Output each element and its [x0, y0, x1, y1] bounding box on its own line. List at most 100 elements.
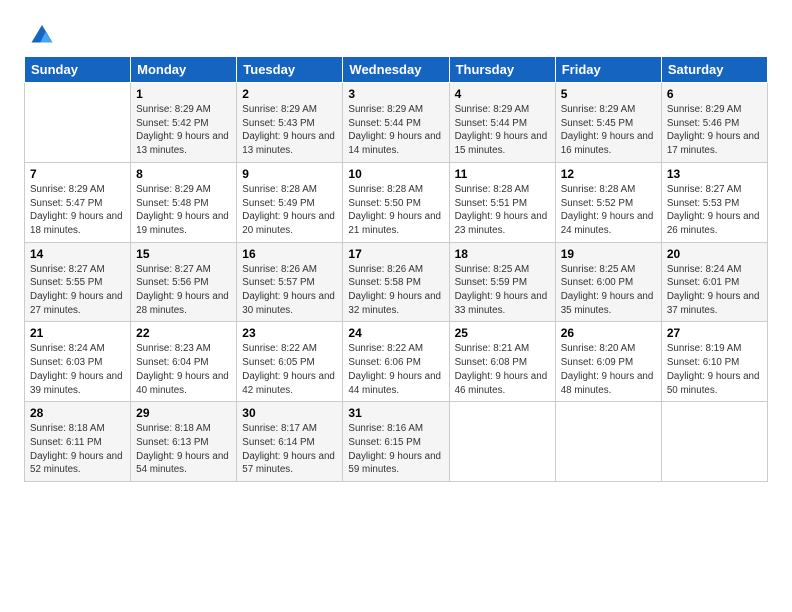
day-info: Sunrise: 8:28 AMSunset: 5:52 PMDaylight:…	[561, 183, 656, 238]
calendar-cell: 3 Sunrise: 8:29 AMSunset: 5:44 PMDaylight…	[343, 83, 449, 163]
day-number: 25	[455, 326, 550, 340]
calendar-cell	[25, 83, 131, 163]
calendar-cell	[661, 402, 767, 482]
day-number: 31	[348, 406, 443, 420]
calendar-cell: 23 Sunrise: 8:22 AMSunset: 6:05 PMDayligh…	[237, 322, 343, 402]
day-info: Sunrise: 8:26 AMSunset: 5:57 PMDaylight:…	[242, 263, 337, 318]
calendar-cell: 7Sunrise: 8:29 AMSunset: 5:47 PMDaylight…	[25, 162, 131, 242]
day-info: Sunrise: 8:25 AMSunset: 5:59 PMDaylight:…	[455, 263, 550, 318]
day-info: Sunrise: 8:16 AMSunset: 6:15 PMDaylight:…	[348, 422, 443, 477]
calendar-cell: 14 Sunrise: 8:27 AMSunset: 5:55 PMDayligh…	[25, 242, 131, 322]
day-number: 29	[136, 406, 231, 420]
day-number: 5	[561, 87, 656, 101]
day-number: 15	[136, 247, 231, 261]
weekday-header-wednesday: Wednesday	[343, 57, 449, 83]
day-info: Sunrise: 8:24 AMSunset: 6:01 PMDaylight:…	[667, 263, 762, 318]
day-info: Sunrise: 8:21 AMSunset: 6:08 PMDaylight:…	[455, 342, 550, 397]
day-number: 18	[455, 247, 550, 261]
day-number: 10	[348, 167, 443, 181]
day-info: Sunrise: 8:22 AMSunset: 6:06 PMDaylight:…	[348, 342, 443, 397]
calendar-cell: 29 Sunrise: 8:18 AMSunset: 6:13 PMDayligh…	[131, 402, 237, 482]
day-info: Sunrise: 8:29 AMSunset: 5:45 PMDaylight:…	[561, 103, 656, 158]
day-number: 24	[348, 326, 443, 340]
day-number: 14	[30, 247, 125, 261]
calendar-cell: 27 Sunrise: 8:19 AMSunset: 6:10 PMDayligh…	[661, 322, 767, 402]
logo	[24, 18, 56, 46]
calendar-cell: 10 Sunrise: 8:28 AMSunset: 5:50 PMDayligh…	[343, 162, 449, 242]
calendar-cell: 18 Sunrise: 8:25 AMSunset: 5:59 PMDayligh…	[449, 242, 555, 322]
calendar-cell: 16 Sunrise: 8:26 AMSunset: 5:57 PMDayligh…	[237, 242, 343, 322]
calendar-cell: 13 Sunrise: 8:27 AMSunset: 5:53 PMDayligh…	[661, 162, 767, 242]
calendar-cell: 30Sunrise: 8:17 AMSunset: 6:14 PMDayligh…	[237, 402, 343, 482]
day-number: 4	[455, 87, 550, 101]
calendar-week-row: 14 Sunrise: 8:27 AMSunset: 5:55 PMDayligh…	[25, 242, 768, 322]
day-info: Sunrise: 8:29 AMSunset: 5:44 PMDaylight:…	[348, 103, 443, 158]
calendar-cell: 25 Sunrise: 8:21 AMSunset: 6:08 PMDayligh…	[449, 322, 555, 402]
calendar-week-row: 7Sunrise: 8:29 AMSunset: 5:47 PMDaylight…	[25, 162, 768, 242]
day-number: 3	[348, 87, 443, 101]
calendar-week-row: 28 Sunrise: 8:18 AMSunset: 6:11 PMDayligh…	[25, 402, 768, 482]
day-number: 28	[30, 406, 125, 420]
calendar-cell: 5 Sunrise: 8:29 AMSunset: 5:45 PMDaylight…	[555, 83, 661, 163]
day-number: 12	[561, 167, 656, 181]
day-info: Sunrise: 8:17 AMSunset: 6:14 PMDaylight:…	[242, 422, 337, 477]
calendar-cell: 15 Sunrise: 8:27 AMSunset: 5:56 PMDayligh…	[131, 242, 237, 322]
calendar-cell: 21Sunrise: 8:24 AMSunset: 6:03 PMDayligh…	[25, 322, 131, 402]
day-number: 26	[561, 326, 656, 340]
calendar-page: SundayMondayTuesdayWednesdayThursdayFrid…	[0, 0, 792, 496]
day-number: 7	[30, 167, 125, 181]
weekday-header-thursday: Thursday	[449, 57, 555, 83]
calendar-cell: 22 Sunrise: 8:23 AMSunset: 6:04 PMDayligh…	[131, 322, 237, 402]
day-info: Sunrise: 8:27 AMSunset: 5:55 PMDaylight:…	[30, 263, 125, 318]
day-number: 6	[667, 87, 762, 101]
day-info: Sunrise: 8:28 AMSunset: 5:50 PMDaylight:…	[348, 183, 443, 238]
day-number: 1	[136, 87, 231, 101]
weekday-header-row: SundayMondayTuesdayWednesdayThursdayFrid…	[25, 57, 768, 83]
weekday-header-tuesday: Tuesday	[237, 57, 343, 83]
calendar-cell: 4 Sunrise: 8:29 AMSunset: 5:44 PMDaylight…	[449, 83, 555, 163]
calendar-cell: 26 Sunrise: 8:20 AMSunset: 6:09 PMDayligh…	[555, 322, 661, 402]
day-info: Sunrise: 8:29 AMSunset: 5:44 PMDaylight:…	[455, 103, 550, 158]
calendar-cell: 2 Sunrise: 8:29 AMSunset: 5:43 PMDaylight…	[237, 83, 343, 163]
day-number: 11	[455, 167, 550, 181]
calendar-cell: 12 Sunrise: 8:28 AMSunset: 5:52 PMDayligh…	[555, 162, 661, 242]
calendar-cell: 31 Sunrise: 8:16 AMSunset: 6:15 PMDayligh…	[343, 402, 449, 482]
day-info: Sunrise: 8:19 AMSunset: 6:10 PMDaylight:…	[667, 342, 762, 397]
day-info: Sunrise: 8:28 AMSunset: 5:51 PMDaylight:…	[455, 183, 550, 238]
calendar-cell: 17Sunrise: 8:26 AMSunset: 5:58 PMDayligh…	[343, 242, 449, 322]
calendar-cell: 8Sunrise: 8:29 AMSunset: 5:48 PMDaylight…	[131, 162, 237, 242]
day-info: Sunrise: 8:18 AMSunset: 6:11 PMDaylight:…	[30, 422, 125, 477]
day-number: 2	[242, 87, 337, 101]
calendar-week-row: 1Sunrise: 8:29 AMSunset: 5:42 PMDaylight…	[25, 83, 768, 163]
calendar-cell: 11 Sunrise: 8:28 AMSunset: 5:51 PMDayligh…	[449, 162, 555, 242]
day-number: 23	[242, 326, 337, 340]
weekday-header-friday: Friday	[555, 57, 661, 83]
day-info: Sunrise: 8:18 AMSunset: 6:13 PMDaylight:…	[136, 422, 231, 477]
day-number: 13	[667, 167, 762, 181]
day-number: 27	[667, 326, 762, 340]
logo-icon	[28, 18, 56, 46]
calendar-cell: 1Sunrise: 8:29 AMSunset: 5:42 PMDaylight…	[131, 83, 237, 163]
weekday-header-monday: Monday	[131, 57, 237, 83]
calendar-week-row: 21Sunrise: 8:24 AMSunset: 6:03 PMDayligh…	[25, 322, 768, 402]
day-info: Sunrise: 8:28 AMSunset: 5:49 PMDaylight:…	[242, 183, 337, 238]
day-number: 22	[136, 326, 231, 340]
day-number: 20	[667, 247, 762, 261]
calendar-cell	[449, 402, 555, 482]
header	[24, 18, 768, 46]
weekday-header-saturday: Saturday	[661, 57, 767, 83]
day-number: 8	[136, 167, 231, 181]
day-number: 9	[242, 167, 337, 181]
day-info: Sunrise: 8:25 AMSunset: 6:00 PMDaylight:…	[561, 263, 656, 318]
calendar-cell: 6 Sunrise: 8:29 AMSunset: 5:46 PMDaylight…	[661, 83, 767, 163]
day-info: Sunrise: 8:27 AMSunset: 5:56 PMDaylight:…	[136, 263, 231, 318]
day-info: Sunrise: 8:22 AMSunset: 6:05 PMDaylight:…	[242, 342, 337, 397]
calendar-table: SundayMondayTuesdayWednesdayThursdayFrid…	[24, 56, 768, 482]
day-number: 16	[242, 247, 337, 261]
day-info: Sunrise: 8:29 AMSunset: 5:46 PMDaylight:…	[667, 103, 762, 158]
calendar-cell: 19Sunrise: 8:25 AMSunset: 6:00 PMDayligh…	[555, 242, 661, 322]
day-info: Sunrise: 8:29 AMSunset: 5:43 PMDaylight:…	[242, 103, 337, 158]
day-info: Sunrise: 8:27 AMSunset: 5:53 PMDaylight:…	[667, 183, 762, 238]
day-info: Sunrise: 8:23 AMSunset: 6:04 PMDaylight:…	[136, 342, 231, 397]
day-info: Sunrise: 8:20 AMSunset: 6:09 PMDaylight:…	[561, 342, 656, 397]
